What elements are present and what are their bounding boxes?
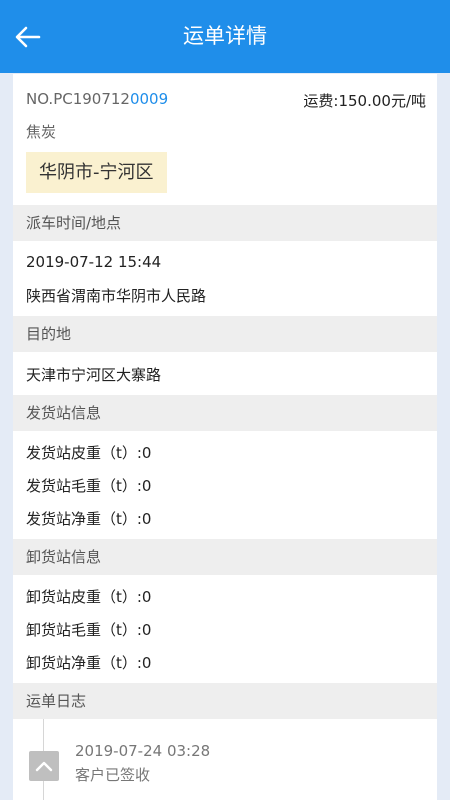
- collapse-button[interactable]: [29, 751, 59, 781]
- order-summary: NO.PC1907120009 运费:150.00元/吨 焦炭 华阴市-宁河区: [26, 88, 426, 208]
- log-entry: 2019-07-24 03:28 客户已签收: [13, 719, 437, 800]
- unloading-gross-weight: 卸货站毛重（t）:0: [26, 621, 152, 639]
- section-dispatch: 派车时间/地点: [13, 205, 437, 241]
- chevron-up-icon: [35, 761, 53, 772]
- unloading-tare-weight: 卸货站皮重（t）:0: [26, 588, 152, 606]
- dispatch-time: 2019-07-12 15:44: [26, 253, 162, 271]
- unloading-net-weight: 卸货站净重（t）:0: [26, 654, 152, 672]
- waybill-card: NO.PC1907120009 运费:150.00元/吨 焦炭 华阴市-宁河区 …: [13, 74, 437, 800]
- order-number-suffix: 0009: [129, 90, 169, 108]
- freight-fee: 运费:150.00元/吨: [303, 92, 426, 110]
- order-number-prefix: NO.PC190712: [26, 90, 130, 108]
- dispatch-address: 陕西省渭南市华阴市人民路: [26, 287, 207, 305]
- destination-address: 天津市宁河区大寨路: [26, 366, 162, 384]
- order-number: NO.PC1907120009: [26, 90, 168, 108]
- shipping-gross-weight: 发货站毛重（t）:0: [26, 477, 152, 495]
- route-tag: 华阴市-宁河区: [26, 152, 167, 193]
- log-text: 客户已签收: [75, 766, 151, 784]
- cargo-type: 焦炭: [26, 123, 57, 141]
- shipping-tare-weight: 发货站皮重（t）:0: [26, 444, 152, 462]
- section-destination: 目的地: [13, 316, 437, 352]
- top-bar: 运单详情: [0, 0, 450, 73]
- section-unloading-station: 卸货站信息: [13, 539, 437, 575]
- section-shipping-station: 发货站信息: [13, 395, 437, 431]
- section-waybill-log: 运单日志: [13, 683, 437, 719]
- log-time: 2019-07-24 03:28: [75, 742, 211, 760]
- page-title: 运单详情: [183, 24, 267, 48]
- shipping-net-weight: 发货站净重（t）:0: [26, 510, 152, 528]
